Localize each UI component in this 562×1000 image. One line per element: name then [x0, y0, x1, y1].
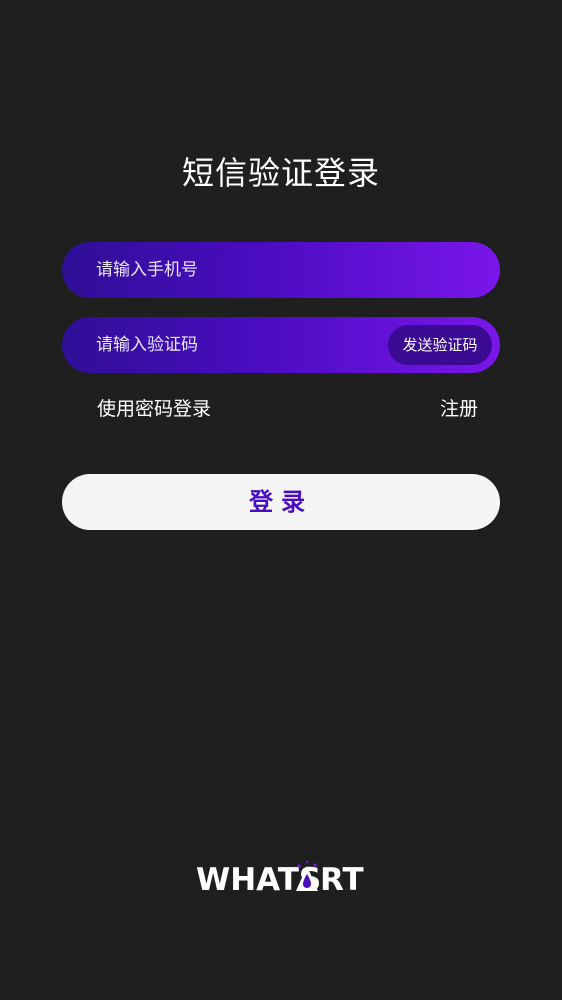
verification-code-field[interactable]: 发送验证码	[62, 317, 500, 373]
brand-logo: WHATS RT	[0, 858, 562, 906]
phone-field[interactable]	[62, 242, 500, 298]
page-title: 短信验证登录	[181, 154, 380, 192]
whatsart-logo-icon: WHATS RT	[196, 860, 364, 898]
svg-text:RT: RT	[320, 862, 364, 898]
register-link[interactable]: 注册	[440, 394, 478, 421]
phone-input[interactable]	[62, 242, 500, 298]
verification-code-input[interactable]	[62, 317, 372, 373]
login-button[interactable]: 登录	[62, 474, 500, 530]
send-code-button[interactable]: 发送验证码	[388, 325, 492, 365]
password-login-link[interactable]: 使用密码登录	[97, 394, 211, 421]
